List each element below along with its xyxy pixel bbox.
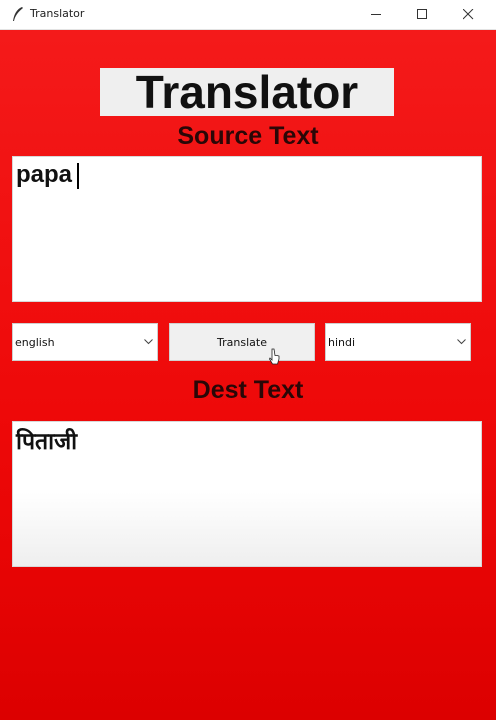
translator-window: Translator Source Text papa english Tran… <box>0 30 496 720</box>
dest-text-output[interactable]: पिताजी <box>12 421 482 567</box>
minimize-icon <box>371 14 381 15</box>
chevron-down-icon <box>144 339 153 345</box>
dest-text-value: पिताजी <box>16 429 78 455</box>
maximize-icon <box>417 9 427 19</box>
source-language-value: english <box>15 336 55 349</box>
minimize-button[interactable] <box>354 0 400 29</box>
feather-icon <box>11 6 25 22</box>
translate-button-label: Translate <box>217 336 267 349</box>
close-icon <box>463 9 474 20</box>
close-button[interactable] <box>446 0 492 29</box>
dest-language-select[interactable]: hindi <box>325 323 471 361</box>
window-title: Translator <box>30 7 85 20</box>
source-text-label: Source Text <box>177 122 319 150</box>
text-caret <box>77 163 79 189</box>
app-heading: Translator <box>100 68 394 116</box>
mouse-pointer-icon <box>269 348 280 365</box>
dest-language-value: hindi <box>328 336 356 349</box>
translate-button[interactable]: Translate <box>169 323 315 361</box>
source-text-input[interactable]: papa <box>12 156 482 302</box>
chevron-down-icon <box>457 339 466 345</box>
maximize-button[interactable] <box>400 0 446 29</box>
source-text-value: papa <box>16 161 73 188</box>
window-titlebar[interactable]: Translator <box>0 0 496 30</box>
source-language-select[interactable]: english <box>12 323 158 361</box>
dest-text-label: Dest Text <box>192 376 304 404</box>
